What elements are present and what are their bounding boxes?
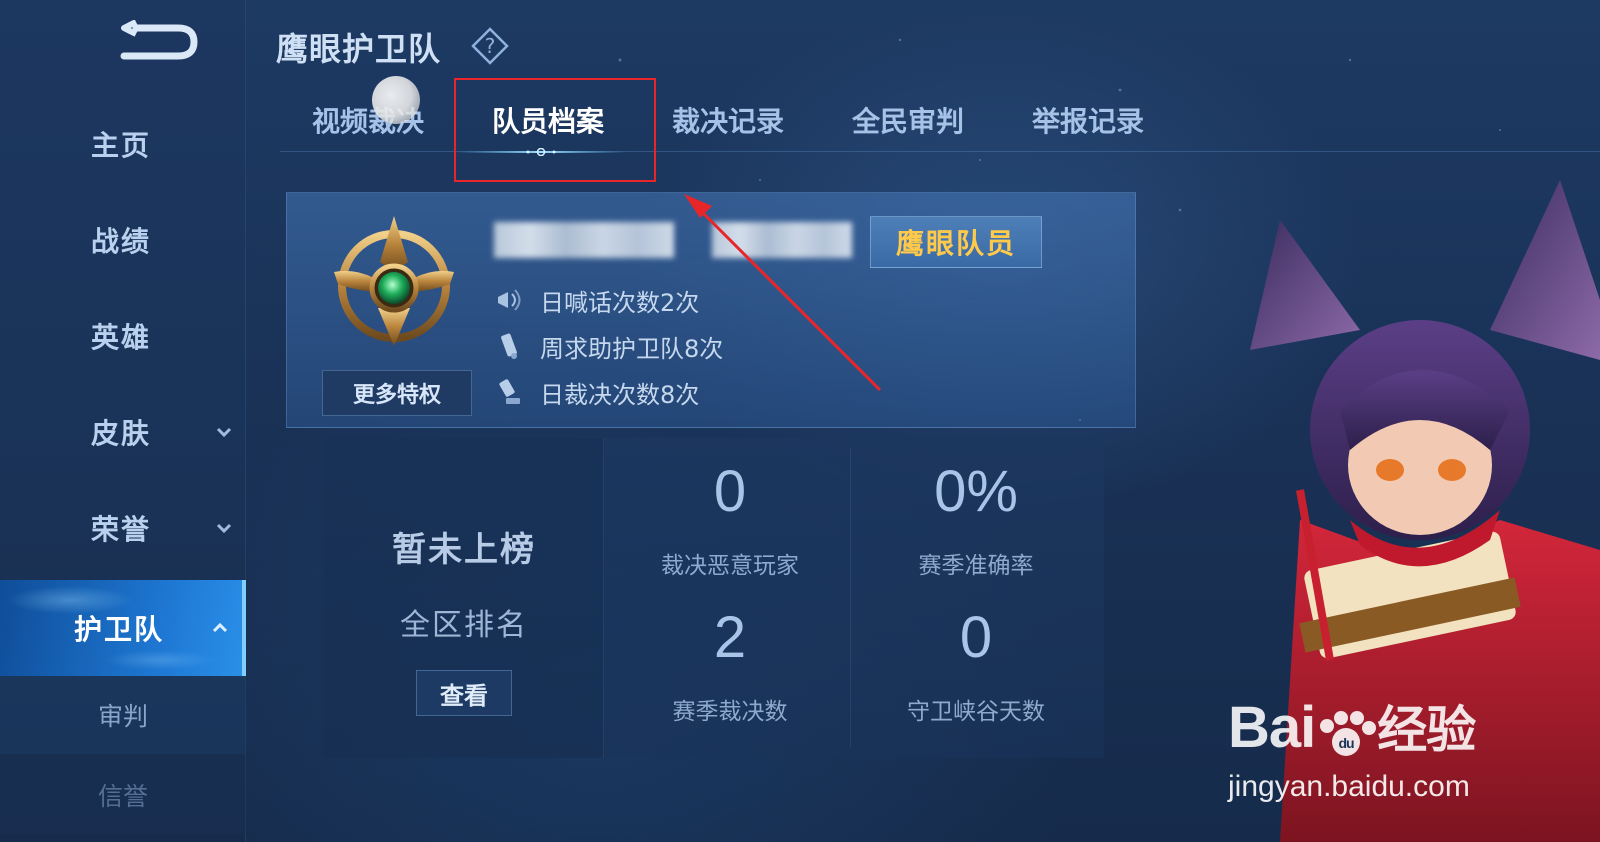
- paw-icon: du: [1315, 707, 1377, 757]
- stat-label: 守卫峡谷天数: [907, 699, 1045, 725]
- player-id-blurred: [712, 222, 852, 258]
- sidebar-item-label: 皮肤: [90, 417, 151, 450]
- more-privileges-button[interactable]: 更多特权: [322, 370, 472, 416]
- tab-report-records[interactable]: 举报记录: [1032, 100, 1144, 152]
- sidebar-subitem-label: 审判: [97, 702, 148, 731]
- perk-text: 日裁决次数8次: [540, 380, 700, 409]
- perk-text: 日喊话次数2次: [540, 288, 700, 317]
- back-button[interactable]: [118, 19, 200, 66]
- stat-label: 赛季准确率: [918, 553, 1034, 579]
- annotation-highlight-box: [454, 78, 656, 182]
- sidebar-item-label: 英雄: [90, 321, 151, 354]
- stat-value: 0%: [934, 459, 1018, 524]
- page-title: 鹰眼护卫队: [276, 30, 442, 68]
- svg-text:?: ?: [485, 34, 496, 58]
- tab-public-trial[interactable]: 全民审判: [852, 100, 964, 152]
- view-ranking-button[interactable]: 查看: [416, 670, 512, 716]
- player-name-blurred: [494, 222, 674, 258]
- stat-label: 裁决恶意玩家: [661, 553, 799, 579]
- sidebar-item-label: 荣誉: [90, 513, 151, 546]
- tab-judgement-records[interactable]: 裁决记录: [672, 100, 784, 152]
- baidu-watermark-logo: Bai du 经验: [1228, 690, 1476, 762]
- perk-item: 日裁决次数8次: [494, 374, 699, 410]
- sidebar-item-label: 主页: [90, 129, 151, 162]
- rank-status: 暂未上榜: [392, 530, 536, 570]
- perk-item: 日喊话次数2次: [494, 282, 699, 318]
- perk-item: 周求助护卫队8次: [494, 328, 723, 364]
- stats-divider: [850, 448, 851, 748]
- guard-emblem-icon: [334, 216, 454, 346]
- gavel-icon: [499, 379, 520, 404]
- sidebar-item-honors[interactable]: 荣誉: [0, 480, 246, 576]
- question-diamond-icon[interactable]: ?: [470, 26, 510, 66]
- sidebar-subitem-judgement[interactable]: 审判: [0, 676, 246, 754]
- scroll-icon: [501, 333, 517, 359]
- svg-text:du: du: [1339, 735, 1355, 751]
- chevron-down-icon: [216, 523, 232, 534]
- sidebar: 主页 战绩 英雄 皮肤 荣誉 护卫队 审判 信誉: [0, 0, 246, 842]
- stat-value: 0: [713, 459, 747, 524]
- rank-label: 全区排名: [400, 608, 528, 643]
- stat-value: 0: [959, 605, 993, 670]
- stat-label: 赛季裁决数: [672, 699, 788, 725]
- sidebar-item-records[interactable]: 战绩: [0, 192, 246, 288]
- tab-label: 全民审判: [852, 105, 965, 138]
- chevron-up-icon: [212, 622, 228, 633]
- chevron-down-icon: [216, 427, 232, 438]
- sidebar-item-guard-team[interactable]: 护卫队: [0, 580, 246, 676]
- megaphone-icon: [498, 289, 521, 311]
- sidebar-item-home[interactable]: 主页: [0, 96, 246, 192]
- watermark-logo-text: Bai: [1228, 695, 1316, 760]
- sidebar-subitem-credit[interactable]: 信誉: [0, 756, 246, 834]
- stat-value: 2: [713, 605, 747, 670]
- perk-text: 周求助护卫队8次: [540, 334, 724, 363]
- touch-indicator: [372, 76, 420, 124]
- sidebar-item-heroes[interactable]: 英雄: [0, 288, 246, 384]
- back-arrow-icon: [120, 19, 198, 60]
- tab-label: 举报记录: [1032, 105, 1145, 138]
- role-badge: 鹰眼队员: [870, 216, 1042, 268]
- tab-label: 裁决记录: [672, 105, 785, 138]
- watermark-logo-suffix: 经验: [1377, 701, 1476, 759]
- sidebar-item-label: 战绩: [90, 225, 151, 258]
- sidebar-item-skins[interactable]: 皮肤: [0, 384, 246, 480]
- sidebar-item-label: 护卫队: [73, 613, 164, 646]
- watermark-url: jingyan.baidu.com: [1228, 770, 1470, 803]
- sidebar-subitem-label: 信誉: [97, 782, 148, 811]
